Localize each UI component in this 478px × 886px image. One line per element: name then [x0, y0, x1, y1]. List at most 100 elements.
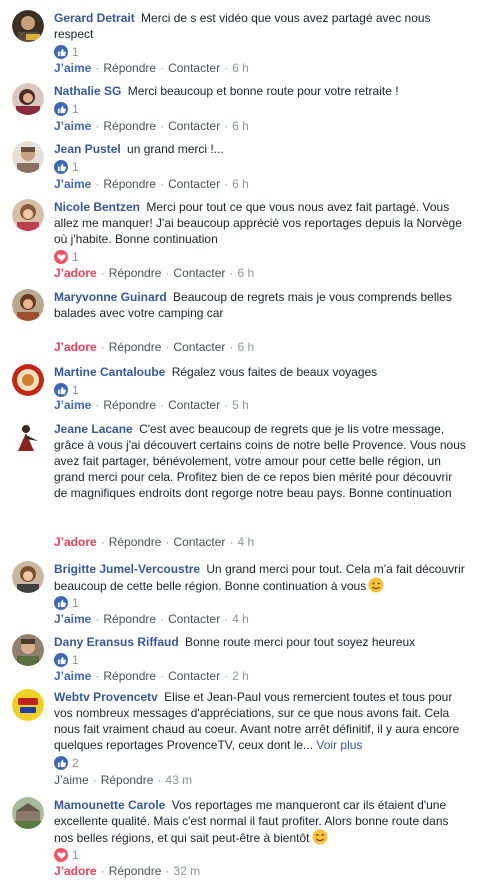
avatar[interactable]: [12, 289, 44, 321]
love-button[interactable]: J’adore: [54, 266, 97, 280]
reply-button[interactable]: Répondre: [103, 669, 156, 683]
timestamp[interactable]: 4 h: [232, 612, 249, 626]
comment-actions: J’aime · Répondre · Contacter · 5 h: [54, 398, 249, 412]
reply-button[interactable]: Répondre: [109, 535, 162, 549]
contact-button[interactable]: Contacter: [168, 612, 220, 626]
reaction-summary[interactable]: 1: [54, 101, 79, 117]
contact-button[interactable]: Contacter: [168, 61, 220, 75]
reaction-summary[interactable]: 1: [54, 382, 79, 398]
comment-text: Bonne route merci pour tout soyez heureu…: [185, 635, 416, 649]
comment-author[interactable]: Maryvonne Guinard: [54, 290, 167, 304]
reply-button[interactable]: Répondre: [109, 864, 162, 878]
reply-button[interactable]: Répondre: [101, 773, 154, 787]
comment-author[interactable]: Gerard Detrait: [54, 11, 135, 25]
timestamp[interactable]: 43 m: [165, 773, 192, 787]
comment-body: Jeane Lacane C'est avec beaucoup de regr…: [54, 421, 468, 501]
love-button[interactable]: J’adore: [54, 340, 97, 354]
love-button[interactable]: J’adore: [54, 535, 97, 549]
reply-button[interactable]: Répondre: [103, 119, 156, 133]
reply-button[interactable]: Répondre: [103, 61, 156, 75]
reply-button[interactable]: Répondre: [103, 398, 156, 412]
heart-icon: [54, 250, 68, 264]
like-button[interactable]: J’aime: [54, 773, 89, 787]
reaction-summary[interactable]: 1: [54, 847, 79, 863]
reaction-count: 1: [72, 160, 79, 174]
comment-body: Jean Pustel un grand merci !...: [54, 141, 468, 157]
comment-author[interactable]: Webtv Provencetv: [54, 690, 158, 704]
comment-author[interactable]: Mamounette Carole: [54, 798, 165, 812]
comment-body: Martine Cantaloube Régalez vous faites d…: [54, 364, 468, 380]
reaction-count: 1: [72, 102, 79, 116]
avatar[interactable]: [12, 561, 44, 593]
reaction-summary[interactable]: 1: [54, 44, 79, 60]
timestamp[interactable]: 32 m: [173, 864, 200, 878]
contact-button[interactable]: Contacter: [173, 340, 225, 354]
contact-button[interactable]: Contacter: [168, 177, 220, 191]
like-icon: [54, 45, 68, 59]
like-icon: [54, 383, 68, 397]
timestamp[interactable]: 6 h: [237, 266, 254, 280]
contact-button[interactable]: Contacter: [173, 266, 225, 280]
avatar[interactable]: [12, 83, 44, 115]
comment-body: Webtv Provencetv Elise et Jean-Paul vous…: [54, 689, 468, 753]
timestamp[interactable]: 4 h: [237, 535, 254, 549]
heart-icon: [54, 848, 68, 862]
timestamp[interactable]: 6 h: [237, 340, 254, 354]
reaction-summary[interactable]: 1: [54, 595, 79, 611]
avatar[interactable]: [12, 141, 44, 173]
avatar[interactable]: [12, 199, 44, 231]
reply-button[interactable]: Répondre: [103, 177, 156, 191]
comment-author[interactable]: Nathalie SG: [54, 84, 121, 98]
like-icon: [54, 756, 68, 770]
avatar[interactable]: [12, 421, 44, 453]
timestamp[interactable]: 5 h: [232, 398, 249, 412]
contact-button[interactable]: Contacter: [168, 669, 220, 683]
like-button[interactable]: J’aime: [54, 177, 91, 191]
like-icon: [54, 653, 68, 667]
like-button[interactable]: J’aime: [54, 669, 91, 683]
comment-actions: J’aime · Répondre · Contacter · 6 h: [54, 177, 249, 191]
comment-actions: J’adore · Répondre · Contacter · 6 h: [54, 266, 255, 280]
reply-button[interactable]: Répondre: [109, 340, 162, 354]
comment-author[interactable]: Jeane Lacane: [54, 422, 133, 436]
like-icon: [54, 596, 68, 610]
reaction-count: 1: [72, 653, 79, 667]
timestamp[interactable]: 6 h: [232, 61, 249, 75]
reaction-summary[interactable]: 1: [54, 249, 79, 265]
avatar[interactable]: [12, 364, 44, 396]
comment-body: Dany Eransus Riffaud Bonne route merci p…: [54, 634, 468, 650]
reaction-count: 1: [72, 250, 79, 264]
comment-author[interactable]: Jean Pustel: [54, 142, 121, 156]
contact-button[interactable]: Contacter: [168, 398, 220, 412]
comment-author[interactable]: Nicole Bentzen: [54, 200, 140, 214]
comment-text: un grand merci !...: [127, 142, 224, 156]
reaction-summary[interactable]: 1: [54, 652, 79, 668]
like-button[interactable]: J’aime: [54, 398, 91, 412]
comment-author[interactable]: Martine Cantaloube: [54, 365, 165, 379]
timestamp[interactable]: 2 h: [232, 669, 249, 683]
avatar[interactable]: [12, 689, 44, 721]
like-button[interactable]: J’aime: [54, 612, 91, 626]
avatar[interactable]: [12, 797, 44, 829]
contact-button[interactable]: Contacter: [168, 119, 220, 133]
reply-button[interactable]: Répondre: [103, 612, 156, 626]
reaction-count: 1: [72, 383, 79, 397]
comment-author[interactable]: Dany Eransus Riffaud: [54, 635, 179, 649]
comment-text: Merci beaucoup et bonne route pour votre…: [127, 84, 399, 98]
timestamp[interactable]: 6 h: [232, 177, 249, 191]
avatar[interactable]: [12, 10, 44, 42]
comment-text: Régalez vous faites de beaux voyages: [171, 365, 378, 379]
contact-button[interactable]: Contacter: [173, 535, 225, 549]
like-button[interactable]: J’aime: [54, 119, 91, 133]
like-button[interactable]: J’aime: [54, 61, 91, 75]
see-more-link[interactable]: Voir plus: [316, 738, 362, 752]
comment-author[interactable]: Brigitte Jumel-Vercoustre: [54, 562, 200, 576]
like-icon: [54, 160, 68, 174]
reaction-summary[interactable]: 2: [54, 755, 79, 771]
timestamp[interactable]: 6 h: [232, 119, 249, 133]
comment-actions: J’adore · Répondre · 32 m: [54, 864, 201, 878]
reply-button[interactable]: Répondre: [109, 266, 162, 280]
reaction-summary[interactable]: 1: [54, 159, 79, 175]
avatar[interactable]: [12, 634, 44, 666]
love-button[interactable]: J’adore: [54, 864, 97, 878]
